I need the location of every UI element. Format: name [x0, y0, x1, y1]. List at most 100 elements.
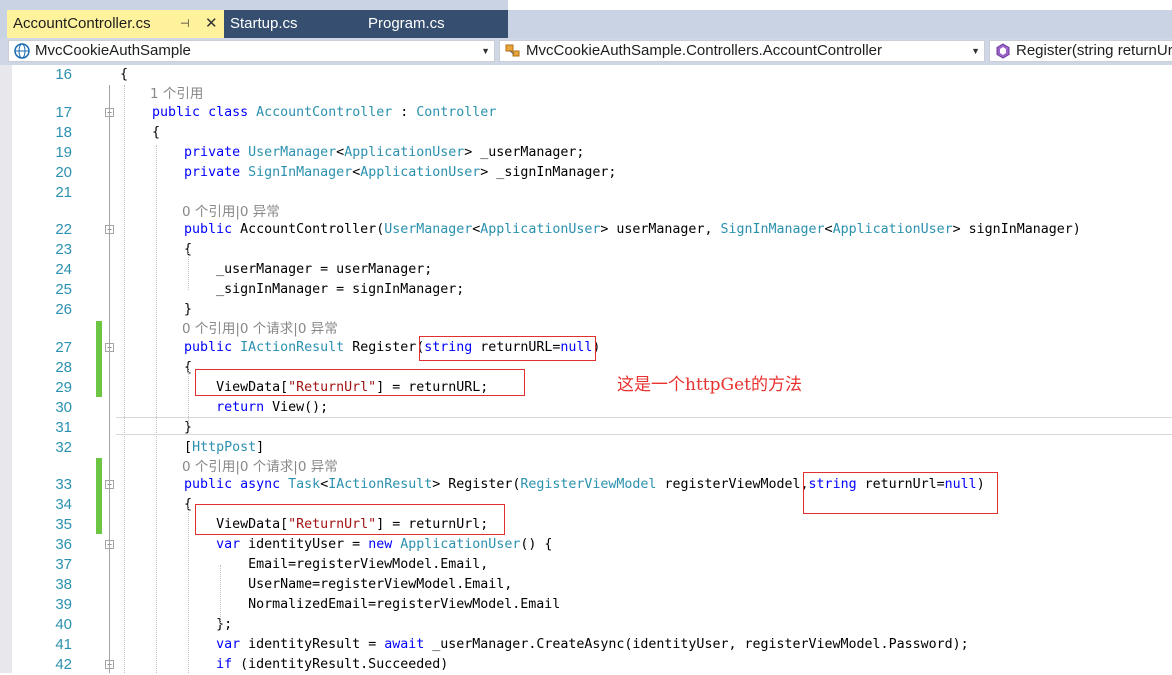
tab-startup[interactable]: Startup.cs: [224, 10, 362, 38]
line-number: 24: [55, 261, 72, 278]
code-text: _signInManager = signInManager;: [120, 282, 465, 297]
code-text: UserName=registerViewModel.Email,: [120, 577, 513, 592]
line-number: 26: [55, 301, 72, 318]
line-number: 29: [55, 379, 72, 396]
outline-line: [109, 85, 110, 673]
chevron-down-icon: ▼: [481, 46, 490, 56]
line-number: 25: [55, 281, 72, 298]
line-number: 18: [55, 124, 72, 141]
code-text: {: [120, 67, 129, 82]
code-text: if (identityResult.Succeeded): [216, 657, 449, 672]
tab-program[interactable]: Program.cs: [362, 10, 508, 38]
codelens-references[interactable]: 1 个引用: [150, 84, 203, 104]
code-editor[interactable]: 16 {1 个引用17− public class AccountControll…: [0, 65, 1172, 673]
code-line: 36− var identityUser = new ApplicationUs…: [0, 535, 1172, 555]
indent-guide: [188, 365, 189, 425]
code-line: 20 private SignInManager<ApplicationUser…: [0, 163, 1172, 183]
line-number: 38: [55, 576, 72, 593]
code-text: var identityResult = await _userManager.…: [216, 637, 969, 652]
member-dropdown[interactable]: Register(string returnUrl: [989, 40, 1172, 62]
changed-lines-indicator: [96, 321, 102, 397]
code-text: private UserManager<ApplicationUser> _us…: [184, 145, 585, 160]
line-number: 37: [55, 556, 72, 573]
code-line: 40 };: [0, 615, 1172, 635]
line-number: 19: [55, 144, 72, 161]
tab-accountcontroller[interactable]: AccountController.cs ⊣ ✕: [7, 10, 224, 38]
project-name: MvcCookieAuthSample: [35, 42, 191, 59]
line-number: 22: [55, 221, 72, 238]
code-line: 30 return View();: [0, 398, 1172, 418]
member-name: Register(string returnUrl: [1016, 42, 1172, 59]
pin-icon[interactable]: ⊣: [180, 10, 190, 38]
line-number: 16: [55, 66, 72, 83]
line-number: 23: [55, 241, 72, 258]
current-line-highlight: [116, 417, 1172, 435]
line-number: 40: [55, 616, 72, 633]
code-line: 39 NormalizedEmail=registerViewModel.Ema…: [0, 595, 1172, 615]
method-icon: [996, 43, 1010, 59]
codelens-row: 1 个引用: [0, 84, 1172, 104]
code-line: 24 _userManager = userManager;: [0, 260, 1172, 280]
codelens-references[interactable]: 0 个引用|0 个请求|0 异常: [182, 319, 338, 339]
changed-lines-indicator: [96, 458, 102, 534]
line-number: 30: [55, 399, 72, 416]
project-dropdown[interactable]: MvcCookieAuthSample ▼: [8, 40, 495, 62]
tab-label: Program.cs: [368, 15, 445, 32]
code-line: 23 {: [0, 240, 1172, 260]
code-line: 25 _signInManager = signInManager;: [0, 280, 1172, 300]
code-line: 38 UserName=registerViewModel.Email,: [0, 575, 1172, 595]
line-number: 21: [55, 184, 72, 201]
document-tab-strip: AccountController.cs ⊣ ✕ Startup.cs Prog…: [0, 0, 1172, 38]
line-number: 33: [55, 476, 72, 493]
indent-guide: [188, 250, 189, 290]
tab-strip-background: [508, 0, 1172, 10]
code-line: 17− public class AccountController : Con…: [0, 103, 1172, 123]
code-text: };: [120, 617, 233, 632]
code-line: 29 ViewData["ReturnUrl"] = returnURL;: [0, 378, 1172, 398]
code-line: 16 {: [0, 65, 1172, 85]
code-text: _userManager = userManager;: [120, 262, 433, 277]
line-number: 42: [55, 656, 72, 673]
indent-guide: [188, 505, 189, 673]
code-text: Email=registerViewModel.Email,: [120, 557, 489, 572]
codelens-row: 0 个引用|0 异常: [0, 202, 1172, 222]
codelens-references[interactable]: 0 个引用|0 个请求|0 异常: [182, 457, 338, 477]
close-icon[interactable]: ✕: [205, 10, 218, 38]
tab-label: AccountController.cs: [13, 15, 151, 32]
line-number: 34: [55, 496, 72, 513]
code-text: NormalizedEmail=registerViewModel.Email: [120, 597, 561, 612]
line-number: 35: [55, 516, 72, 533]
code-text: return View();: [216, 400, 329, 415]
highlight-box-viewdata-get: [195, 369, 525, 396]
code-line: 21: [0, 183, 1172, 203]
code-text: {: [120, 125, 161, 140]
line-number: 31: [55, 419, 72, 436]
line-number: 28: [55, 359, 72, 376]
tab-label: Startup.cs: [230, 15, 298, 32]
code-line: 41 var identityResult = await _userManag…: [0, 635, 1172, 655]
line-number: 39: [55, 596, 72, 613]
indent-guide: [220, 565, 221, 625]
code-text: var identityUser = new ApplicationUser()…: [216, 537, 553, 552]
line-number: 32: [55, 439, 72, 456]
code-text: public class AccountController : Control…: [152, 105, 497, 120]
line-number: 41: [55, 636, 72, 653]
code-text: public AccountController(UserManager<App…: [184, 222, 1081, 237]
code-line: 18 {: [0, 123, 1172, 143]
highlight-box-returnurl-post: [803, 472, 998, 514]
code-line: 32 [HttpPost]: [0, 438, 1172, 458]
code-text: private SignInManager<ApplicationUser> _…: [184, 165, 617, 180]
indent-guide: [124, 85, 125, 673]
csharp-project-icon: [14, 43, 30, 59]
class-dropdown[interactable]: MvcCookieAuthSample.Controllers.AccountC…: [499, 40, 985, 62]
annotation-text: 这是一个httpGet的方法: [617, 375, 802, 395]
codelens-references[interactable]: 0 个引用|0 异常: [182, 202, 280, 222]
highlight-box-viewdata-post: [195, 504, 505, 535]
indent-guide: [156, 145, 157, 673]
code-line: 37 Email=registerViewModel.Email,: [0, 555, 1172, 575]
class-name: MvcCookieAuthSample.Controllers.AccountC…: [526, 42, 882, 59]
code-line: 28 {: [0, 358, 1172, 378]
code-line: 26 }: [0, 300, 1172, 320]
line-number: 20: [55, 164, 72, 181]
highlight-box-returnurl-param: [419, 336, 596, 361]
